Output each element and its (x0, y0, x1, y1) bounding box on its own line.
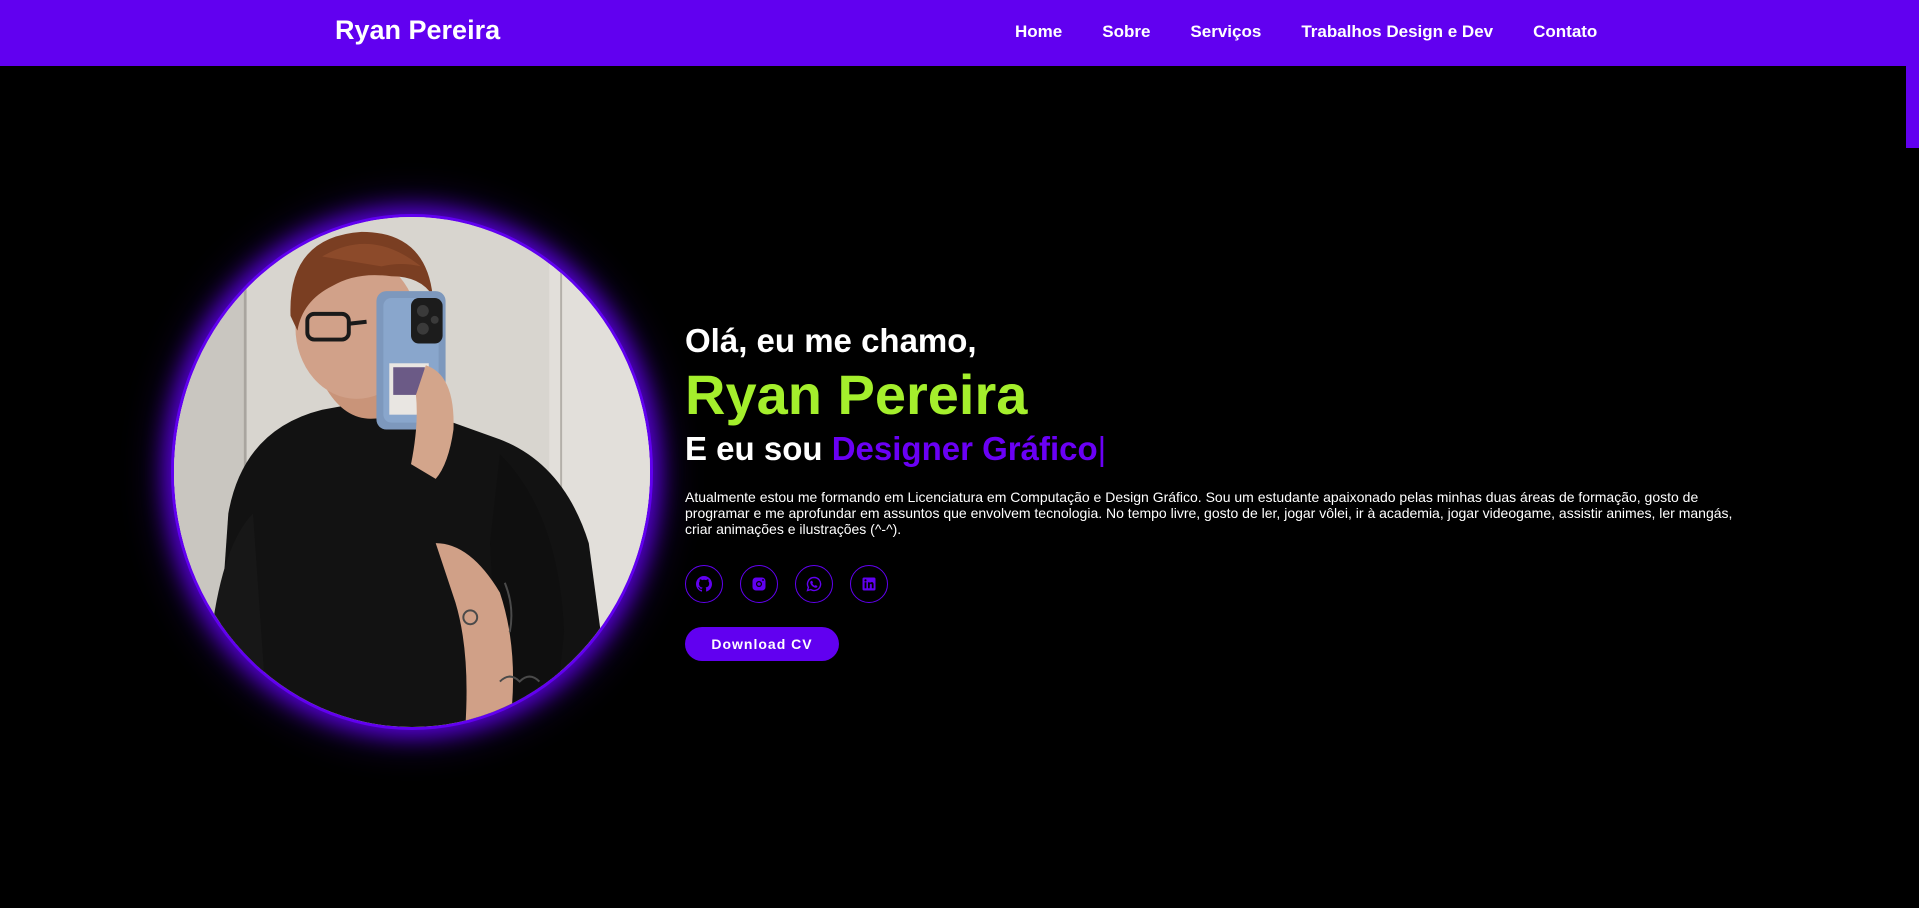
nav-links: Home Sobre Serviços Trabalhos Design e D… (1015, 22, 1597, 42)
typing-cursor: | (1097, 430, 1107, 467)
whatsapp-link[interactable] (795, 565, 833, 603)
download-cv-button[interactable]: Download CV (685, 627, 839, 661)
nav-link-home[interactable]: Home (1015, 22, 1062, 42)
hero-name: Ryan Pereira (685, 363, 1028, 426)
whatsapp-icon (806, 576, 822, 592)
top-navbar: Ryan Pereira Home Sobre Serviços Trabalh… (0, 0, 1919, 66)
linkedin-link[interactable] (850, 565, 888, 603)
brand-logo[interactable]: Ryan Pereira (335, 15, 500, 46)
instagram-icon (752, 577, 766, 591)
nav-link-sobre[interactable]: Sobre (1102, 22, 1150, 42)
hero-bio: Atualmente estou me formando em Licencia… (685, 489, 1733, 537)
scrollbar-thumb[interactable] (1906, 66, 1919, 148)
role-typed-text: Designer Gráfico (831, 430, 1098, 467)
github-icon (696, 576, 712, 592)
hero-section: Olá, eu me chamo, Ryan Pereira E eu sou … (685, 318, 1745, 661)
role-prefix: E eu sou (685, 430, 823, 467)
hero-role-line: E eu sou Designer Gráfico| (685, 426, 1745, 472)
linkedin-icon (862, 577, 876, 591)
social-links (685, 565, 1745, 603)
hero-greeting: Olá, eu me chamo, (685, 322, 977, 359)
instagram-link[interactable] (740, 565, 778, 603)
nav-link-servicos[interactable]: Serviços (1190, 22, 1261, 42)
nav-link-trabalhos[interactable]: Trabalhos Design e Dev (1301, 22, 1493, 42)
nav-link-contato[interactable]: Contato (1533, 22, 1597, 42)
github-link[interactable] (685, 565, 723, 603)
profile-photo (171, 214, 653, 730)
